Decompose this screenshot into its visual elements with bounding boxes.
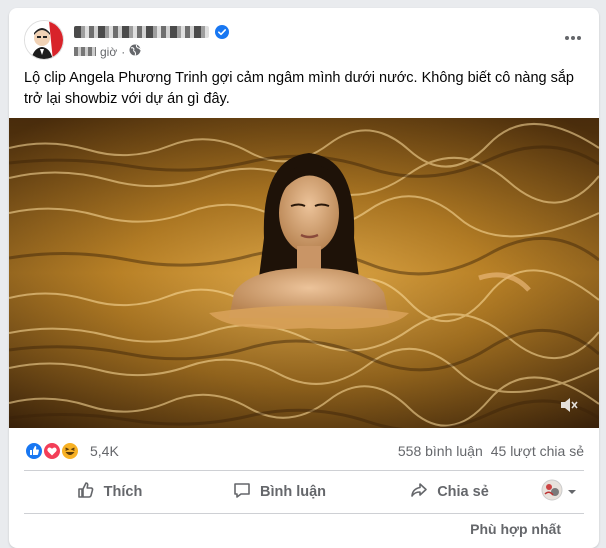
share-count[interactable]: 45 lượt chia sẻ (491, 443, 584, 459)
divider (24, 513, 584, 514)
mute-icon[interactable] (559, 396, 579, 414)
page-name-blurred[interactable] (74, 26, 209, 38)
reactions-bar: 5,4K 558 bình luận 45 lượt chia sẻ (24, 438, 584, 464)
action-bar: Thích Bình luận Chia sẻ (24, 473, 584, 511)
reaction-icons[interactable] (24, 441, 86, 461)
like-button[interactable]: Thích (24, 473, 194, 511)
comment-button[interactable]: Bình luận (194, 473, 364, 511)
time-blurred (74, 47, 96, 56)
share-as-selector[interactable] (534, 473, 584, 511)
post-video[interactable] (9, 118, 599, 428)
share-button[interactable]: Chia sẻ (364, 473, 534, 511)
post-text: Lộ clip Angela Phương Trinh gợi cảm ngâm… (24, 70, 574, 107)
meta-separator: · (121, 44, 126, 59)
globe-icon (129, 44, 142, 59)
like-label: Thích (103, 484, 143, 500)
post-meta: giờ · (74, 44, 142, 59)
page-name-row (74, 23, 229, 41)
comment-icon (232, 480, 252, 504)
like-icon (76, 480, 96, 504)
love-reaction-icon (42, 441, 62, 461)
verified-badge-icon (215, 25, 229, 39)
comment-count[interactable]: 558 bình luận (398, 443, 483, 459)
avatar-image (25, 21, 63, 59)
divider (24, 470, 584, 471)
share-label: Chia sẻ (437, 484, 489, 500)
comment-sort-selector[interactable]: Phù hợp nhất (470, 521, 561, 537)
more-options-icon[interactable] (559, 28, 587, 48)
page-avatar[interactable] (24, 20, 64, 60)
share-icon (409, 480, 429, 504)
post-time[interactable]: giờ (100, 45, 117, 59)
post-card: giờ · Lộ clip Angela Phương Trinh gợi cả… (9, 8, 599, 548)
like-reaction-icon (24, 441, 44, 461)
comment-share-counts: 558 bình luận 45 lượt chia sẻ (398, 443, 584, 459)
comment-label: Bình luận (259, 484, 327, 500)
video-frame (9, 118, 599, 428)
haha-reaction-icon (60, 441, 80, 461)
reaction-count[interactable]: 5,4K (90, 443, 119, 459)
post-header: giờ · (24, 20, 587, 62)
share-as-avatar (541, 479, 563, 505)
chevron-down-icon (567, 484, 577, 500)
